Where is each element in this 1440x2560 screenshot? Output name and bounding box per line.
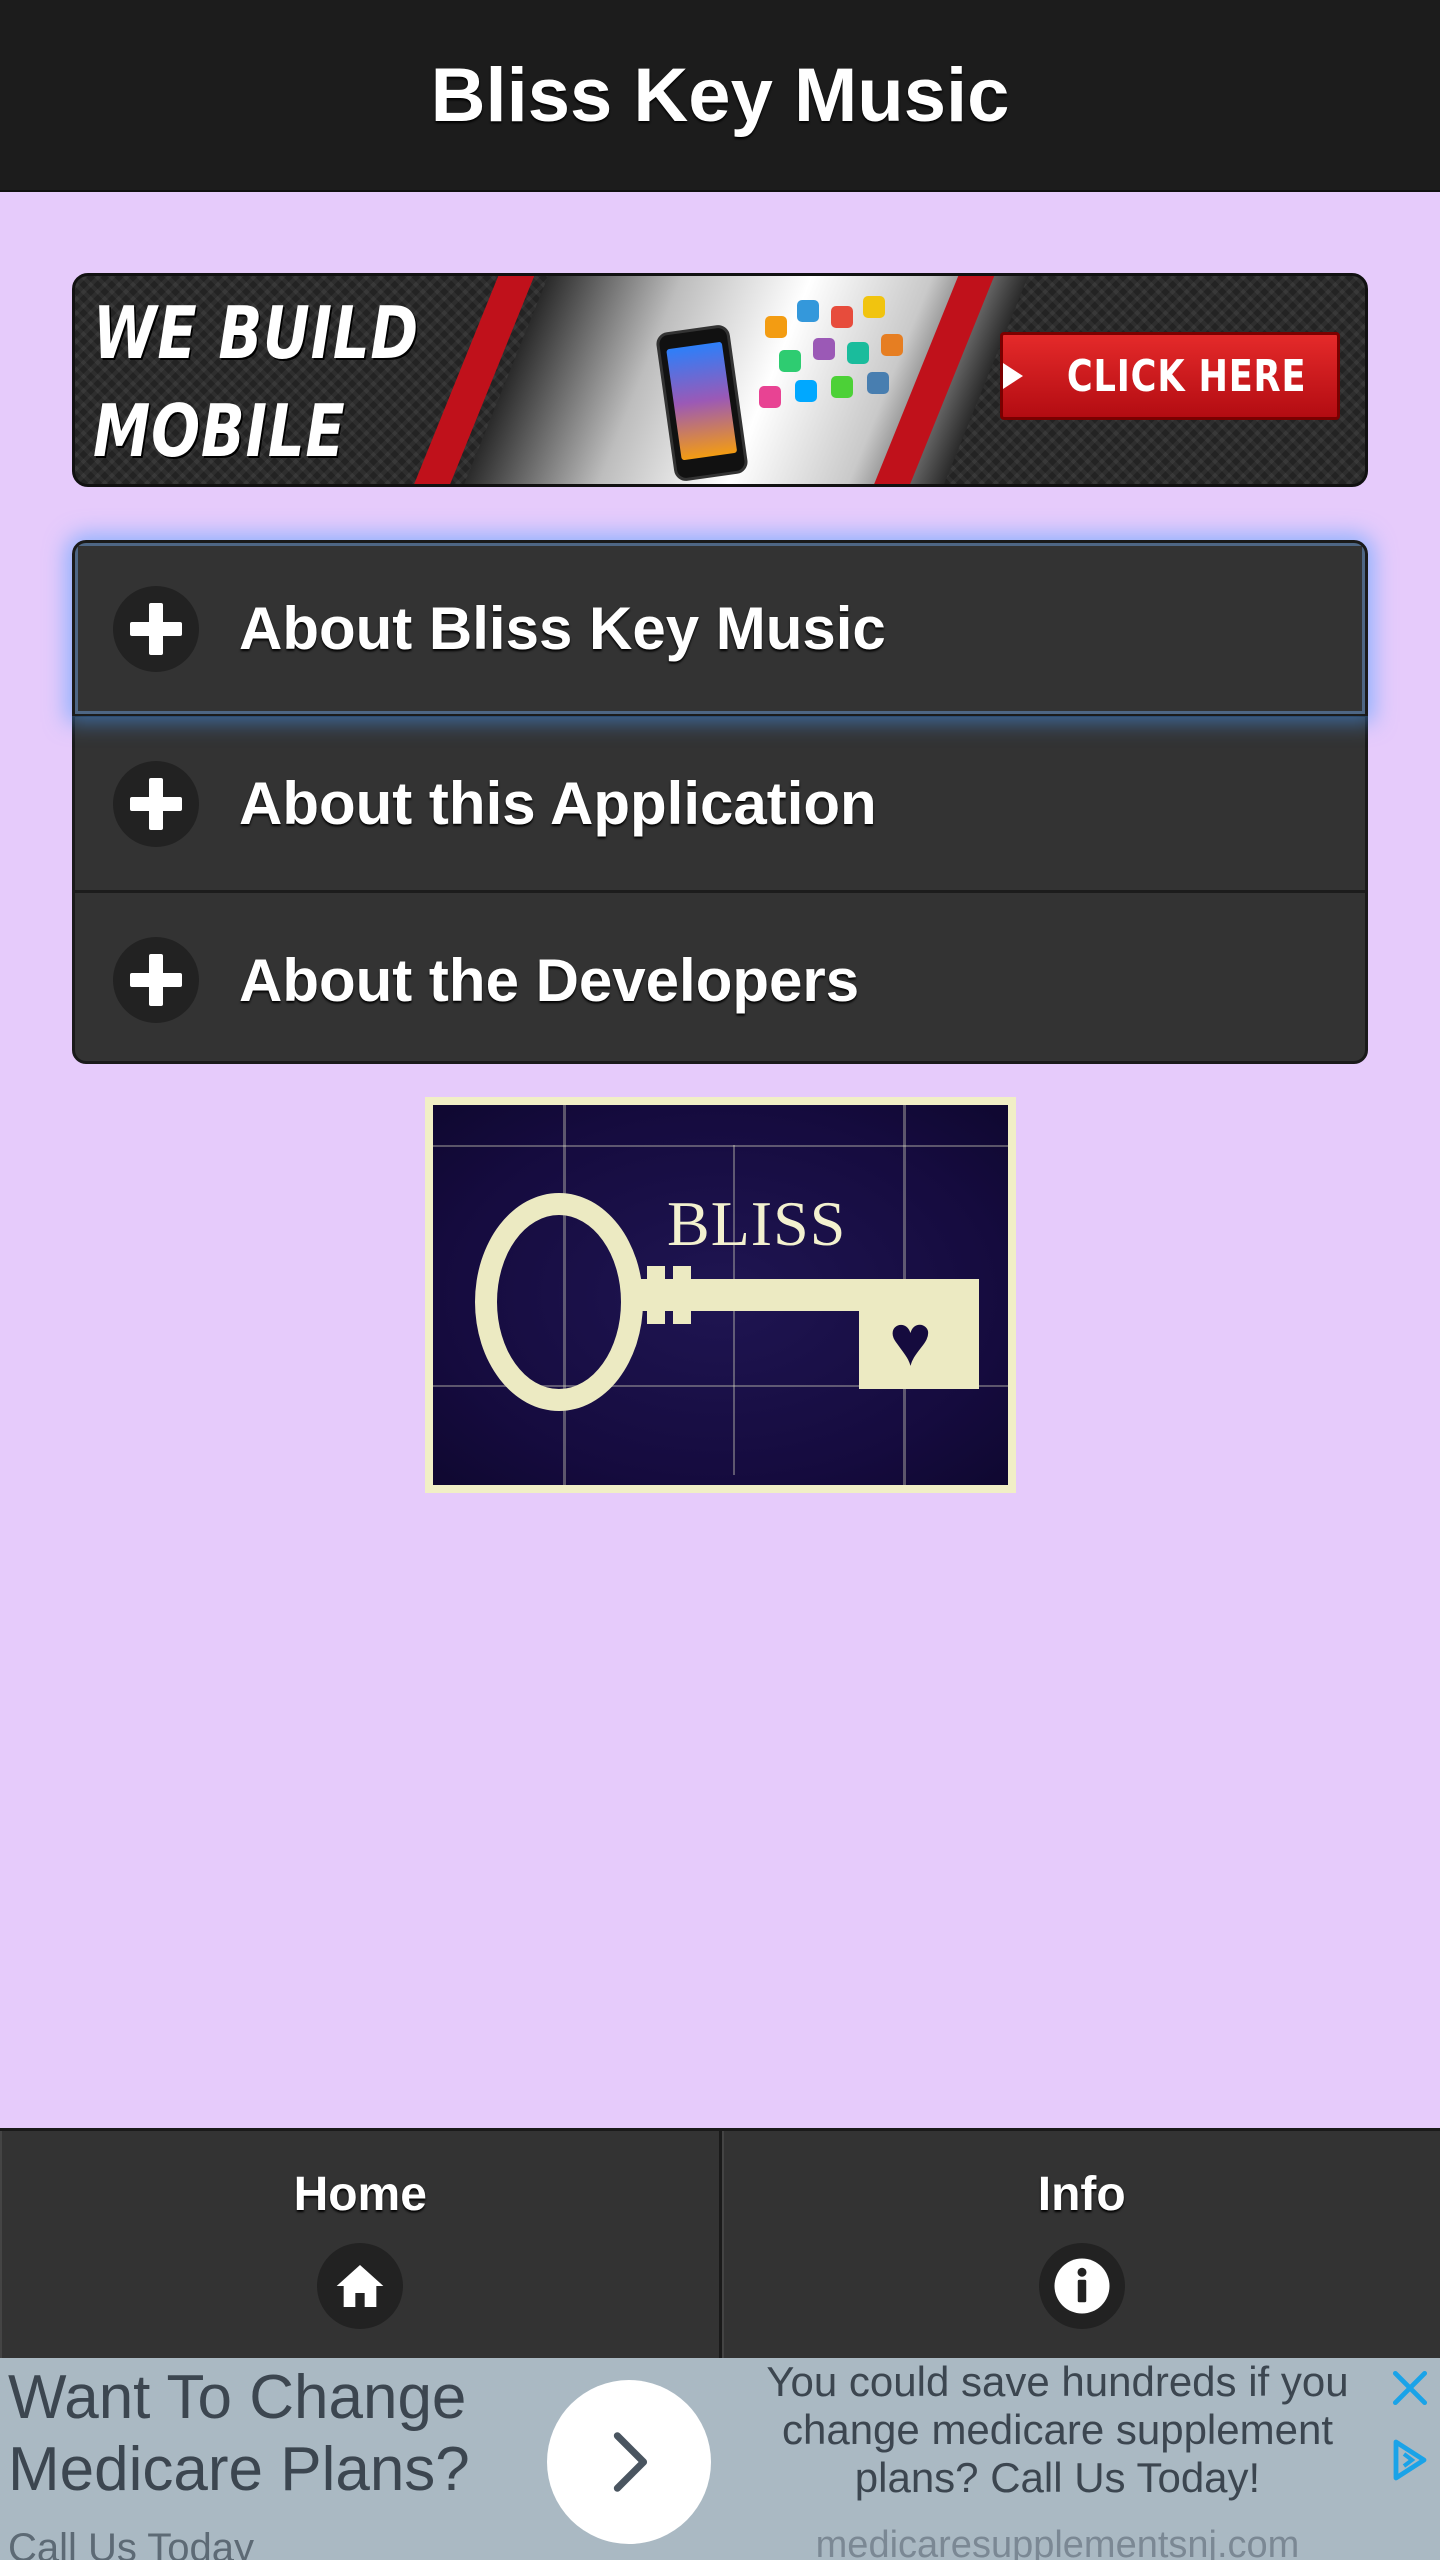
accordion-item-about-the-developers[interactable]: About the Developers [75,893,1365,1061]
nav-home-button[interactable]: Home [0,2131,722,2358]
key-collar [673,1266,691,1324]
play-icon [1003,363,1024,389]
click-here-button[interactable]: CLICK HERE [1000,332,1340,420]
nav-label: Info [1037,2168,1126,2221]
app-icon [863,296,885,318]
nav-info-button[interactable]: Info [721,2131,1440,2358]
home-icon [317,2243,404,2329]
accordion-item-about-bliss-key-music[interactable]: About Bliss Key Music [75,543,1365,717]
key-collar [647,1266,665,1324]
app-icon [797,300,819,322]
heart-icon: ♥ [889,1301,932,1381]
plus-icon [113,585,199,672]
accordion-label: About this Application [239,770,877,837]
plus-icon [113,937,199,1023]
app-icon [795,380,817,402]
ad-open-button[interactable] [547,2380,711,2544]
accordion-item-about-this-application[interactable]: About this Application [75,717,1365,893]
logo-texture [433,1145,1008,1147]
ad-banner[interactable]: Want To Change Medicare Plans? Call Us T… [0,2358,1440,2560]
adchoices-icon[interactable] [1380,2430,1440,2490]
nav-label: Home [293,2168,427,2221]
ad-body-text: You could save hundreds if you change me… [766,2358,1349,2501]
plus-icon [113,760,199,847]
close-icon[interactable] [1380,2358,1440,2418]
page-title: Bliss Key Music [430,52,1010,138]
bliss-key-logo: ♥ BLISS [425,1097,1016,1493]
accordion-label: About Bliss Key Music [239,595,886,662]
chevron-right-icon [613,2432,648,2492]
phone-screen [666,341,738,461]
app-icon [847,342,869,364]
app-icon [831,376,853,398]
banner-headline: WE BUILD MOBILE APPS. [93,291,419,473]
app-icon [881,334,903,356]
logo-text: BLISS [667,1188,847,1259]
promo-banner[interactable]: WE BUILD MOBILE APPS. CLICK HERE [72,273,1368,487]
logo-artwork: ♥ BLISS [433,1105,1008,1485]
ad-url[interactable]: medicaresupplementsnj.com [745,2524,1370,2560]
ad-subline: Call Us Today [8,2526,255,2560]
info-icon [1038,2243,1125,2329]
collapsible-set: About Bliss Key Music About this Applica… [72,540,1368,1064]
app-icon [759,386,781,408]
app-icon [813,338,835,360]
bottom-navbar: Home Info [0,2128,1440,2358]
app-icon [779,350,801,372]
accordion-label: About the Developers [239,946,860,1014]
cta-label: CLICK HERE [1067,350,1307,402]
app-icon [867,372,889,394]
app-icon [765,316,787,338]
key-bow [475,1193,643,1411]
app-icon [831,306,853,328]
app-header: Bliss Key Music [0,0,1440,192]
ad-headline: Want To Change Medicare Plans? [8,2363,470,2504]
